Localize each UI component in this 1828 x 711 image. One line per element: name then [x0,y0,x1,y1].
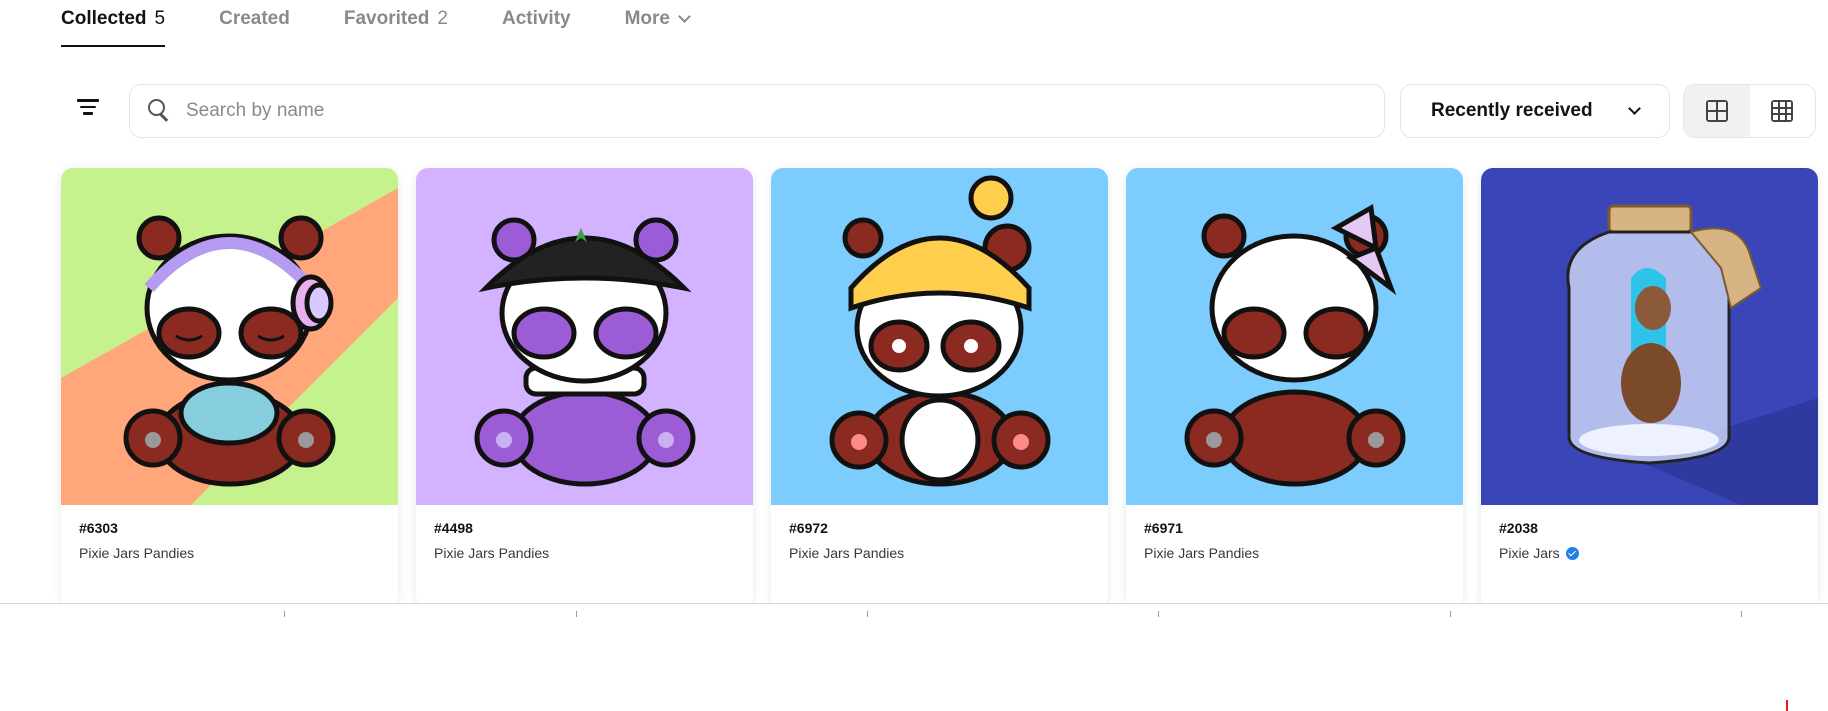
collection-label: Pixie Jars Pandies [789,545,905,561]
search-icon [146,97,174,125]
token-id: #6972 [789,520,828,536]
collection-label: Pixie Jars Pandies [1144,545,1260,561]
nft-image [61,168,398,505]
chevron-down-icon [678,10,691,23]
collection-label: Pixie Jars Pandies [434,545,550,561]
nft-image [771,168,1108,505]
collection-label: Pixie Jars [1499,545,1560,561]
tab-label: Collected [61,8,147,29]
filter-icon-line [77,99,99,102]
nft-image [1126,168,1463,505]
divider-tick [867,611,868,617]
bottom-panel [0,603,1828,711]
nft-card[interactable]: #4498 Pixie Jars Pandies [416,168,753,608]
tab-created[interactable]: Created [219,0,290,38]
tab-label: Favorited [343,8,430,29]
profile-tabs: Collected 5 Created Favorited 2 Activity… [61,0,743,48]
large-grid-icon [1705,100,1728,122]
collection-name: Pixie Jars Pandies [789,545,1090,561]
sort-dropdown[interactable]: Recently received [1400,84,1670,138]
cursor-marker [1786,700,1788,711]
tab-label: Created [219,8,290,29]
verified-badge-icon [1565,546,1579,560]
tab-more[interactable]: More [624,0,691,38]
nft-grid: #6303 Pixie Jars Pandies #4498 Pixie Jar… [61,168,1818,608]
nft-card[interactable]: #6971 Pixie Jars Pandies [1126,168,1463,608]
token-id: #4498 [434,520,473,536]
token-id: #6971 [1144,520,1183,536]
nft-card[interactable]: #6972 Pixie Jars Pandies [771,168,1108,608]
tab-favorited[interactable]: Favorited 2 [344,0,448,38]
tab-label: Activity [501,8,571,29]
nft-card[interactable]: #2038 Pixie Jars [1481,168,1818,608]
divider-tick [284,611,285,617]
filter-icon-line [83,112,93,115]
tab-count: 2 [437,8,448,29]
small-grid-icon [1771,100,1794,122]
token-id: #2038 [1499,520,1538,536]
collection-name: Pixie Jars Pandies [434,545,735,561]
view-toggle [1683,84,1816,138]
tab-count: 5 [154,8,166,29]
chevron-down-icon [1628,101,1641,115]
small-grid-button[interactable] [1750,85,1816,137]
filter-icon-line [80,105,96,108]
large-grid-button[interactable] [1684,85,1750,137]
sort-label: Recently received [1431,100,1593,121]
divider-tick [1741,611,1742,617]
collection-name: Pixie Jars [1499,545,1800,561]
divider-tick [576,611,577,617]
nft-image [416,168,753,505]
search-input[interactable] [186,100,1336,122]
divider-tick [1158,611,1159,617]
tab-label: More [624,8,671,29]
nft-image [1481,168,1818,505]
search-bar [129,84,1385,138]
collection-name: Pixie Jars Pandies [1144,545,1445,561]
nft-card[interactable]: #6303 Pixie Jars Pandies [61,168,398,608]
token-id: #6303 [79,520,118,536]
filter-button[interactable] [76,95,100,125]
tab-activity[interactable]: Activity [502,0,571,38]
collection-name: Pixie Jars Pandies [79,545,380,561]
tab-collected[interactable]: Collected 5 [61,0,166,47]
collection-label: Pixie Jars Pandies [79,545,195,561]
divider-tick [1450,611,1451,617]
